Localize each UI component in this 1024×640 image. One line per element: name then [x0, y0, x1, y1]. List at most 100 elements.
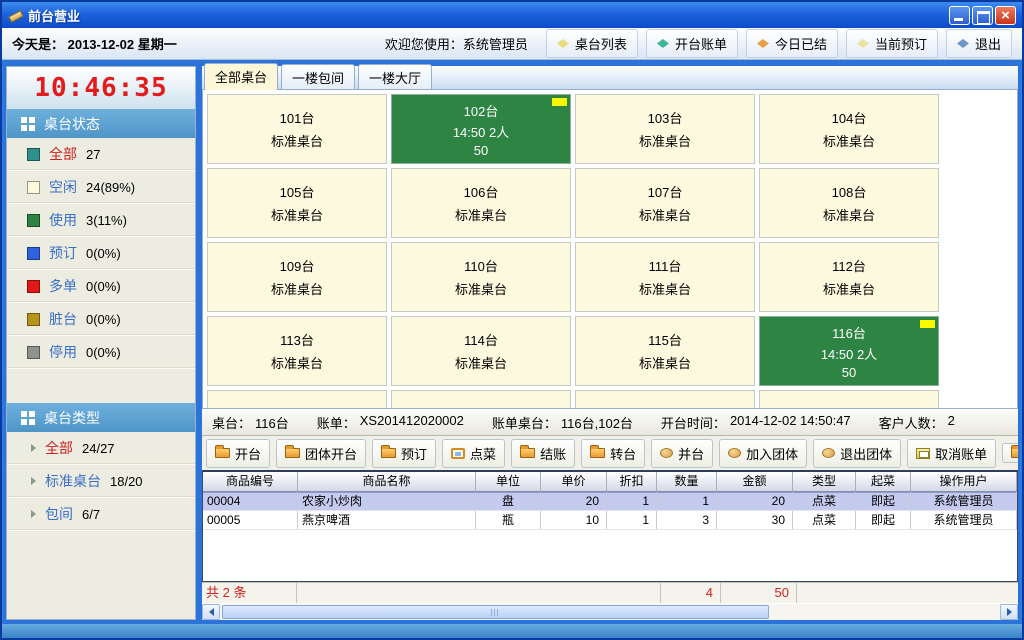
bill-badge: [920, 320, 935, 328]
type-filter-item[interactable]: 包间 6/7: [7, 498, 195, 531]
status-label: 使用: [49, 210, 77, 230]
table-card[interactable]: 104台 标准桌台: [759, 94, 939, 164]
info-field-value: 2014-12-02 14:50:47: [730, 413, 851, 432]
table-card[interactable]: 105台 标准桌台: [207, 168, 387, 238]
minimize-button[interactable]: [949, 6, 970, 25]
table-card[interactable]: 120台 标准桌台: [759, 390, 939, 409]
column-header: 类型: [793, 472, 856, 491]
cell-amount: 20: [717, 492, 793, 511]
status-filter-item[interactable]: 空闲 24(89%): [7, 171, 195, 204]
table-card[interactable]: 108台 标准桌台: [759, 168, 939, 238]
topbar-button[interactable]: 当前预订: [846, 29, 938, 58]
toolbar-button[interactable]: 退出团体: [813, 439, 901, 468]
scroll-left-arrow[interactable]: [202, 604, 220, 620]
cell-quantity: 3: [657, 511, 717, 530]
status-filter-item[interactable]: 停用 0(0%): [7, 336, 195, 369]
summary-quantity-total: 4: [661, 583, 721, 603]
status-label: 空闲: [49, 177, 77, 197]
toolbar-button[interactable]: 转台: [581, 439, 645, 468]
table-card[interactable]: 115台 标准桌台: [575, 316, 755, 386]
type-filter-item[interactable]: 全部 24/27: [7, 432, 195, 465]
column-header: 商品名称: [298, 472, 476, 491]
toolbar-button-icon: [520, 448, 535, 458]
table-card[interactable]: 109台 标准桌台: [207, 242, 387, 312]
column-header: 操作用户: [911, 472, 1017, 491]
table-card-name: 113台: [208, 330, 386, 349]
order-table-filler: [203, 530, 1017, 581]
table-card-name: 108台: [760, 182, 938, 201]
table-card-name: 112台: [760, 256, 938, 275]
table-card[interactable]: 111台 标准桌台: [575, 242, 755, 312]
toolbar-button[interactable]: 结账: [511, 439, 575, 468]
toolbar-button[interactable]: 团体开台: [276, 439, 366, 468]
toolbar-button-icon: [1011, 448, 1018, 458]
table-card[interactable]: 107台 标准桌台: [575, 168, 755, 238]
table-card[interactable]: 102台 14:50 2人 50: [391, 94, 571, 164]
topbar-button[interactable]: 今日已结: [746, 29, 838, 58]
toolbar-button[interactable]: 开台: [206, 439, 270, 468]
table-card-amount: 50: [448, 143, 514, 158]
toolbar-button[interactable]: 加入团体: [719, 439, 807, 468]
floor-tab[interactable]: 一楼大厅: [358, 64, 432, 89]
table-card[interactable]: 114台 标准桌台: [391, 316, 571, 386]
topbar-button[interactable]: 桌台列表: [546, 29, 638, 58]
table-card-line2: 标准桌台: [817, 279, 882, 298]
toolbar-button[interactable]: [1002, 443, 1018, 463]
topbar-button[interactable]: 开台账单: [646, 29, 738, 58]
content-area: 10:46:35 桌台状态 全部 27 空闲 24(89%): [2, 60, 1022, 620]
cell-product-code: 00004: [203, 492, 298, 511]
type-filter-item[interactable]: 标准桌台 18/20: [7, 465, 195, 498]
table-grid: 101台 标准桌台 102台 14:50 2人 50 103台: [202, 89, 1018, 409]
table-card-name: 110台: [392, 256, 570, 275]
table-card[interactable]: 112台 标准桌台: [759, 242, 939, 312]
horizontal-scrollbar[interactable]: [202, 603, 1018, 620]
floor-tab-label: 一楼大厅: [369, 71, 421, 86]
order-table-header: 商品编号 商品名称 单位 单价 折扣 数量 金额 类型 起菜 操作用户: [203, 472, 1017, 492]
table-card-line2: 标准桌台: [265, 353, 330, 372]
order-row[interactable]: 00004 农家小炒肉 盘 20 1 1 20 点菜 即起 系统管理员: [203, 492, 1017, 511]
table-card[interactable]: 113台 标准桌台: [207, 316, 387, 386]
toolbar-button[interactable]: 取消账单: [907, 439, 996, 468]
table-card[interactable]: 118台 标准桌台: [391, 390, 571, 409]
order-row[interactable]: 00005 燕京啤酒 瓶 10 1 3 30 点菜 即起 系统管理员: [203, 511, 1017, 530]
table-card[interactable]: 117台 标准桌台: [207, 390, 387, 409]
table-card[interactable]: 103台 标准桌台: [575, 94, 755, 164]
status-filter-item[interactable]: 多单 0(0%): [7, 270, 195, 303]
table-card-name: 115台: [576, 330, 754, 349]
topbar-button-label: 当前预订: [875, 34, 927, 53]
maximize-button[interactable]: [972, 6, 993, 25]
toolbar-button[interactable]: 预订: [372, 439, 436, 468]
floor-tab[interactable]: 全部桌台: [204, 63, 278, 90]
status-filter-item[interactable]: 脏台 0(0%): [7, 303, 195, 336]
sidebar-gap: [7, 369, 195, 403]
toolbar-button[interactable]: 并台: [651, 439, 713, 468]
status-filter-item[interactable]: 使用 3(11%): [7, 204, 195, 237]
table-card-line2: 标准桌台: [633, 353, 698, 372]
diamond-icon: [857, 39, 869, 48]
floor-tab[interactable]: 一楼包间: [281, 64, 355, 89]
close-button[interactable]: [995, 6, 1016, 25]
table-card[interactable]: 110台 标准桌台: [391, 242, 571, 312]
toolbar-button[interactable]: 点菜: [442, 439, 505, 468]
scroll-right-arrow[interactable]: [1000, 604, 1018, 620]
cell-serve: 即起: [856, 511, 911, 530]
table-card-line2: 标准桌台: [633, 131, 698, 150]
status-color-swatch: [27, 181, 40, 194]
arrow-right-icon: [31, 444, 36, 452]
table-card[interactable]: 106台 标准桌台: [391, 168, 571, 238]
topbar-button[interactable]: 退出: [946, 29, 1012, 58]
floor-tabs: 全部桌台 一楼包间 一楼大厅: [202, 66, 1018, 89]
table-card-line2: 标准桌台: [449, 279, 514, 298]
table-card-name: 106台: [392, 182, 570, 201]
column-header: 商品编号: [203, 472, 298, 491]
summary-spacer: [297, 583, 661, 603]
bill-info-bar: 桌台： 116台 账单： XS201412020002 账单桌台： 116台,1…: [202, 409, 1018, 436]
grid-squares-icon: [21, 411, 35, 425]
table-card[interactable]: 116台 14:50 2人 50: [759, 316, 939, 386]
status-color-swatch: [27, 280, 40, 293]
table-card[interactable]: 119台 标准桌台: [575, 390, 755, 409]
scrollbar-thumb[interactable]: [222, 605, 769, 619]
status-filter-item[interactable]: 全部 27: [7, 138, 195, 171]
status-filter-item[interactable]: 预订 0(0%): [7, 237, 195, 270]
table-card[interactable]: 101台 标准桌台: [207, 94, 387, 164]
